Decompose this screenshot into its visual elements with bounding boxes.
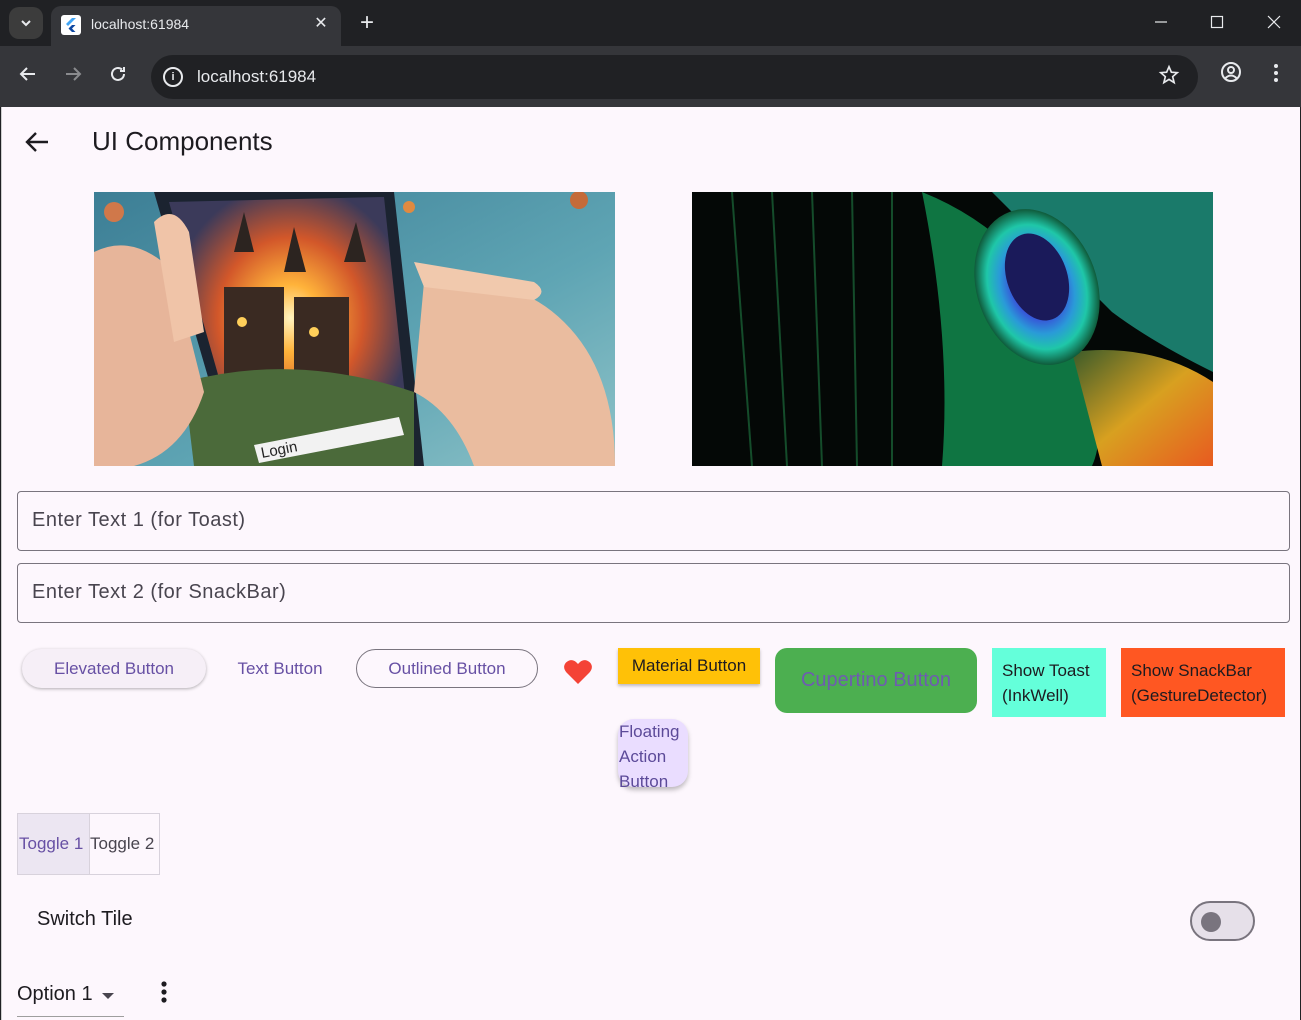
show-toast-label: Show Toast (InkWell) bbox=[1002, 660, 1090, 705]
dropdown-value: Option 1 bbox=[17, 983, 93, 1005]
flutter-icon bbox=[61, 15, 81, 35]
toast-input[interactable] bbox=[32, 492, 1272, 549]
dropdown-arrow-icon bbox=[102, 993, 114, 999]
minimize-button[interactable] bbox=[1146, 8, 1176, 38]
toggle-2[interactable]: Toggle 2 bbox=[89, 814, 159, 874]
material-button[interactable]: Material Button bbox=[618, 648, 760, 684]
back-button[interactable] bbox=[11, 60, 45, 94]
app-page: UI Components Login Enter Text 1 (for To… bbox=[1, 107, 1300, 1020]
text-button[interactable]: Text Button bbox=[220, 649, 340, 688]
back-arrow-icon[interactable] bbox=[22, 127, 52, 157]
cupertino-button[interactable]: Cupertino Button bbox=[775, 648, 977, 713]
more-vert-icon[interactable] bbox=[154, 979, 174, 1007]
browser-tab[interactable]: localhost:61984 ✕ bbox=[51, 6, 341, 46]
browser-menu-button[interactable] bbox=[1259, 60, 1293, 94]
toggle-buttons: Toggle 1 Toggle 2 bbox=[17, 813, 160, 875]
new-tab-button[interactable]: + bbox=[354, 8, 380, 38]
show-snackbar-button[interactable]: Show SnackBar (GestureDetector) bbox=[1121, 648, 1285, 717]
toast-text-field[interactable] bbox=[17, 491, 1290, 551]
bookmark-star-icon[interactable] bbox=[1158, 64, 1180, 86]
close-window-button[interactable] bbox=[1259, 8, 1289, 38]
switch-tile-label: Switch Tile bbox=[37, 908, 133, 930]
switch-knob bbox=[1201, 912, 1221, 932]
tab-close-icon[interactable]: ✕ bbox=[313, 14, 329, 34]
minimize-icon bbox=[1155, 21, 1167, 23]
account-icon bbox=[1221, 62, 1241, 82]
chevron-down-icon bbox=[21, 20, 31, 27]
reload-icon bbox=[111, 66, 125, 81]
tab-search-button[interactable] bbox=[9, 7, 43, 39]
maximize-button[interactable] bbox=[1202, 8, 1232, 38]
show-snackbar-label: Show SnackBar (GestureDetector) bbox=[1131, 660, 1268, 705]
snackbar-text-field[interactable] bbox=[17, 563, 1290, 623]
outlined-button[interactable]: Outlined Button bbox=[356, 649, 538, 688]
arrow-left-icon bbox=[19, 67, 35, 81]
forward-button[interactable] bbox=[56, 60, 90, 94]
fantasy-phone-image: Login bbox=[94, 192, 615, 466]
profile-button[interactable] bbox=[1214, 60, 1248, 94]
option-dropdown[interactable]: Option 1 bbox=[17, 979, 124, 1017]
heart-icon[interactable] bbox=[563, 658, 593, 686]
floating-action-button[interactable]: Floating Action Button bbox=[618, 719, 688, 791]
fab-label: Floating Action Button bbox=[619, 722, 680, 791]
tab-title: localhost:61984 bbox=[91, 16, 190, 32]
page-title: UI Components bbox=[92, 126, 273, 156]
maximize-icon bbox=[1210, 15, 1224, 29]
arrow-right-icon bbox=[66, 67, 82, 81]
site-info-icon[interactable]: i bbox=[163, 67, 183, 87]
more-vert-icon bbox=[1274, 64, 1278, 82]
address-bar[interactable]: i localhost:61984 bbox=[151, 55, 1198, 99]
elevated-button[interactable]: Elevated Button bbox=[22, 649, 206, 688]
switch-toggle[interactable] bbox=[1190, 901, 1255, 941]
browser-tabbar: localhost:61984 ✕ + bbox=[0, 0, 1301, 46]
url-text: localhost:61984 bbox=[197, 67, 317, 86]
close-icon bbox=[1267, 15, 1281, 29]
show-toast-button[interactable]: Show Toast (InkWell) bbox=[992, 648, 1106, 717]
snackbar-input[interactable] bbox=[32, 564, 1272, 621]
reload-button[interactable] bbox=[101, 60, 135, 94]
toggle-1[interactable]: Toggle 1 bbox=[18, 814, 89, 874]
browser-toolbar: i localhost:61984 bbox=[0, 46, 1301, 107]
peacock-feather-image bbox=[692, 192, 1213, 466]
